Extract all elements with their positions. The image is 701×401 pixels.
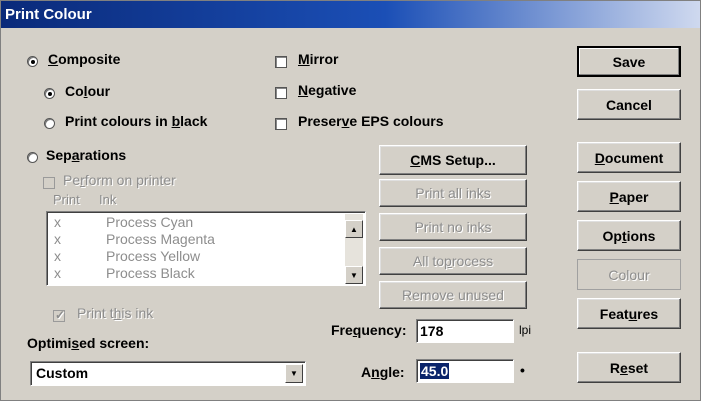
all-to-process-button[interactable]: All to p rocess — [379, 247, 527, 275]
list-item[interactable]: x Process Magenta — [51, 231, 346, 248]
ink-list[interactable]: x Process Cyan x Process Magenta x Process … — [46, 211, 366, 286]
paper-button[interactable]: Paper — [577, 181, 681, 212]
print-colours-in-black-radio[interactable] — [44, 118, 55, 129]
angle-input[interactable]: 45.0 — [416, 359, 514, 383]
checkmark-icon: ✓ — [55, 308, 66, 322]
mirror-label[interactable]: Mirror — [298, 51, 338, 67]
reset-button[interactable]: Re set — [577, 352, 681, 383]
frequency-input[interactable]: 178 — [416, 319, 514, 343]
document-button[interactable]: Document — [577, 142, 681, 173]
cms-setup-button[interactable]: C MS Setup... — [379, 145, 527, 175]
separations-label[interactable]: Separations — [46, 147, 126, 163]
scroll-up-icon[interactable]: ▲ — [345, 220, 363, 238]
optimised-screen-label: Optimised screen: — [27, 335, 150, 351]
frequency-value: 178 — [420, 323, 444, 339]
optimised-screen-value: Custom — [36, 365, 89, 381]
scroll-down-icon[interactable]: ▼ — [345, 266, 363, 284]
ink-list-ink-header: Ink — [99, 192, 117, 207]
features-button[interactable]: Feat u res — [577, 298, 681, 329]
print-this-ink-checkbox[interactable]: ✓ — [53, 308, 66, 322]
negative-label[interactable]: Negative — [298, 82, 356, 98]
ink-list-print-header: Print — [53, 192, 80, 207]
colour-radio[interactable] — [44, 88, 55, 99]
negative-checkbox[interactable] — [275, 87, 287, 99]
save-button[interactable]: Save — [577, 46, 681, 77]
print-colours-in-black-label[interactable]: Print colours in black — [65, 113, 207, 129]
print-this-ink-label[interactable]: Print this ink — [77, 305, 153, 321]
angle-label: Angle: — [361, 364, 405, 380]
preserve-eps-colours-label[interactable]: Preserve EPS colours — [298, 113, 444, 129]
mirror-checkbox[interactable] — [275, 56, 287, 68]
frequency-label: Frequency: — [331, 322, 407, 338]
remove-unused-button[interactable]: Remove unused — [379, 281, 527, 309]
chevron-down-icon[interactable]: ▼ — [285, 364, 303, 383]
angle-unit: • — [520, 362, 525, 378]
list-item[interactable]: x Process Yellow — [51, 248, 346, 265]
print-colour-dialog: Print Colour Composite Colour Print colo… — [0, 0, 701, 401]
composite-label[interactable]: Composite — [48, 51, 120, 67]
separations-radio[interactable] — [27, 152, 38, 163]
list-item[interactable]: x Process Black — [51, 265, 346, 282]
angle-value: 45.0 — [420, 363, 450, 379]
perform-on-printer-checkbox[interactable] — [43, 177, 55, 189]
ink-list-scrollbar[interactable]: ▲ ▼ — [345, 214, 363, 284]
optimised-screen-select[interactable]: Custom ▼ — [30, 361, 306, 386]
cancel-button[interactable]: Cancel — [577, 89, 681, 120]
frequency-unit: lpi — [519, 323, 532, 337]
print-all-inks-button[interactable]: Print all inks — [379, 179, 527, 207]
list-item[interactable]: x Process Cyan — [51, 214, 346, 231]
title-bar[interactable]: Print Colour — [1, 1, 700, 28]
window-title: Print Colour — [5, 6, 92, 23]
preserve-eps-colours-checkbox[interactable] — [275, 118, 287, 130]
print-no-inks-button[interactable]: Print no inks — [379, 213, 527, 241]
perform-on-printer-label[interactable]: Perform on printer — [63, 172, 176, 188]
colour-button[interactable]: Colour — [577, 259, 681, 290]
options-button[interactable]: Op t ions — [577, 220, 681, 251]
composite-radio[interactable] — [27, 56, 38, 67]
colour-label[interactable]: Colour — [65, 83, 110, 99]
